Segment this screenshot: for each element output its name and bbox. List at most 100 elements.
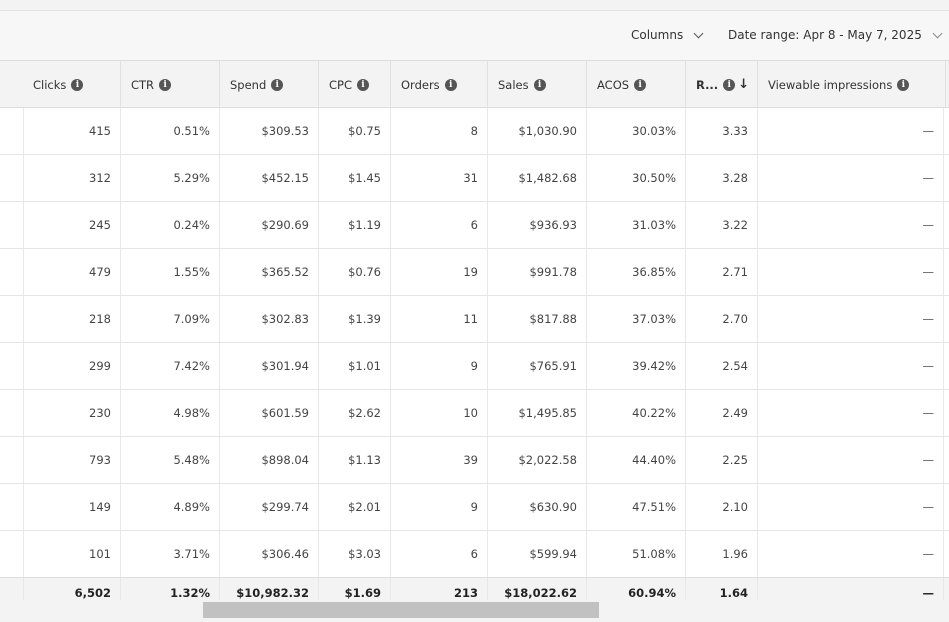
column-header-label: CTR — [131, 77, 155, 92]
cell-spend: $290.69 — [220, 202, 319, 248]
cell-ctr: 5.29% — [121, 155, 220, 201]
column-header-4[interactable]: CPC i — [319, 61, 391, 108]
table-row: 245 0.24% $290.69 $1.19 6 $936.93 31.03% 3.22— — [0, 202, 949, 249]
chevron-down-icon — [932, 28, 943, 38]
cell-spend: $898.04 — [220, 437, 319, 483]
column-header-5[interactable]: Orders i — [391, 61, 488, 108]
column-header-label: CPC — [329, 77, 352, 92]
cell-clicks: 479 — [23, 249, 121, 295]
cell-ctr: 5.48% — [121, 437, 220, 483]
table-row: 793 5.48% $898.04 $1.13 39 $2,022.58 44.40% 2.2… — [0, 437, 949, 484]
cell-clicks: 101 — [23, 531, 121, 577]
cell-viewable-impressions: — — [758, 437, 944, 483]
cell-r: 2.10 — [686, 484, 758, 530]
cell-viewable-impressions: — — [758, 202, 944, 248]
cell-orders: 6 — [391, 202, 488, 248]
table-toolbar: Columns Date range: Apr 8 - May 7, 2025 — [0, 10, 949, 60]
cell-sales: $599.94 — [488, 531, 587, 577]
cell-r: 1.96 — [686, 531, 758, 577]
info-icon[interactable]: i — [634, 78, 647, 91]
table-header: Clicks i CTR i Spend i CPC i Orders i Sales i ACOS i R… — [0, 60, 949, 108]
date-range-label: Date range: Apr 8 - May 7, 2025 — [728, 28, 922, 42]
cell-clicks: 793 — [23, 437, 121, 483]
column-header-7[interactable]: ACOS i — [587, 61, 686, 108]
table-row: 230 4.98% $601.59 $2.62 10 $1,495.85 40.22% 2.4… — [0, 390, 949, 437]
cell-acos: 37.03% — [587, 296, 686, 342]
column-header-label: Clicks — [33, 77, 67, 92]
column-header-1[interactable]: Clicks i — [23, 61, 121, 108]
cell-viewable-impressions: — — [758, 155, 944, 201]
cell-r: 3.22 — [686, 202, 758, 248]
info-icon[interactable]: i — [723, 78, 736, 91]
cell-cpc: $1.13 — [319, 437, 391, 483]
cell-acos: 36.85% — [587, 249, 686, 295]
cell-spend: $601.59 — [220, 390, 319, 436]
cell-cpc: $1.01 — [319, 343, 391, 389]
sort-descending-icon[interactable]: ↓ — [738, 77, 749, 92]
info-icon[interactable]: i — [444, 78, 457, 91]
cell-spend: $302.83 — [220, 296, 319, 342]
cell-sales: $1,482.68 — [488, 155, 587, 201]
column-header-8[interactable]: R... i ↓ — [686, 61, 758, 108]
cell-r: 2.71 — [686, 249, 758, 295]
cell-acos: 44.40% — [587, 437, 686, 483]
column-header-label: Sales — [498, 77, 529, 92]
cell-orders: 9 — [391, 343, 488, 389]
info-icon[interactable]: i — [897, 78, 910, 91]
column-header-label: Spend — [230, 77, 267, 92]
info-icon[interactable]: i — [271, 78, 284, 91]
cell-spend: $306.46 — [220, 531, 319, 577]
cell-orders: 39 — [391, 437, 488, 483]
columns-button[interactable]: Columns — [631, 28, 704, 42]
cell-sales: $630.90 — [488, 484, 587, 530]
cell-orders: 19 — [391, 249, 488, 295]
cell-clicks: 230 — [23, 390, 121, 436]
info-icon[interactable]: i — [533, 78, 546, 91]
date-range-button[interactable]: Date range: Apr 8 - May 7, 2025 — [728, 28, 943, 42]
info-icon[interactable]: i — [357, 78, 369, 91]
cell-spend: $309.53 — [220, 108, 319, 154]
cell-acos: 51.08% — [587, 531, 686, 577]
cell-acos: 47.51% — [587, 484, 686, 530]
top-strip — [0, 0, 949, 10]
cell-viewable-impressions: — — [758, 108, 944, 154]
column-header-6[interactable]: Sales i — [488, 61, 587, 108]
cell-viewable-impressions: — — [758, 249, 944, 295]
cell-acos: 40.22% — [587, 390, 686, 436]
info-icon[interactable]: i — [71, 78, 84, 91]
cell-cpc: $2.01 — [319, 484, 391, 530]
column-header-label: ACOS — [597, 77, 630, 92]
cell-spend: $299.74 — [220, 484, 319, 530]
cell-acos: 39.42% — [587, 343, 686, 389]
column-header-3[interactable]: Spend i — [220, 61, 319, 108]
cell-spend: $452.15 — [220, 155, 319, 201]
table-row: 299 7.42% $301.94 $1.01 9 $765.91 39.42% 2.54— — [0, 343, 949, 390]
cell-r: 3.33 — [686, 108, 758, 154]
cell-cpc: $1.45 — [319, 155, 391, 201]
table-row: 479 1.55% $365.52 $0.76 19 $991.78 36.85% 2.71— — [0, 249, 949, 296]
cell-ctr: 1.55% — [121, 249, 220, 295]
cell-orders: 10 — [391, 390, 488, 436]
cell-orders: 8 — [391, 108, 488, 154]
cell-sales: $991.78 — [488, 249, 587, 295]
table-row: 149 4.89% $299.74 $2.01 9 $630.90 47.51% 2.10— — [0, 484, 949, 531]
cell-sales: $1,030.90 — [488, 108, 587, 154]
cell-r: 2.25 — [686, 437, 758, 483]
table-row: 312 5.29% $452.15 $1.45 31 $1,482.68 30.50% 3.2… — [0, 155, 949, 202]
cell-clicks: 312 — [23, 155, 121, 201]
info-icon[interactable]: i — [159, 78, 172, 91]
columns-label: Columns — [631, 28, 684, 42]
cell-r: 2.70 — [686, 296, 758, 342]
cell-cpc: $2.62 — [319, 390, 391, 436]
cell-viewable-impressions: — — [758, 531, 944, 577]
cell-ctr: 3.71% — [121, 531, 220, 577]
column-header-9[interactable]: Viewable impressions i — [758, 61, 946, 108]
cell-ctr: 4.89% — [121, 484, 220, 530]
column-header-2[interactable]: CTR i — [121, 61, 220, 108]
horizontal-scrollbar-thumb[interactable] — [203, 602, 599, 618]
cell-viewable-impressions: — — [758, 390, 944, 436]
cell-orders: 9 — [391, 484, 488, 530]
column-header-label: Viewable impressions — [768, 77, 893, 92]
cell-ctr: 7.42% — [121, 343, 220, 389]
table-row: 101 3.71% $306.46 $3.03 6 $599.94 51.08% 1.96— — [0, 531, 949, 578]
